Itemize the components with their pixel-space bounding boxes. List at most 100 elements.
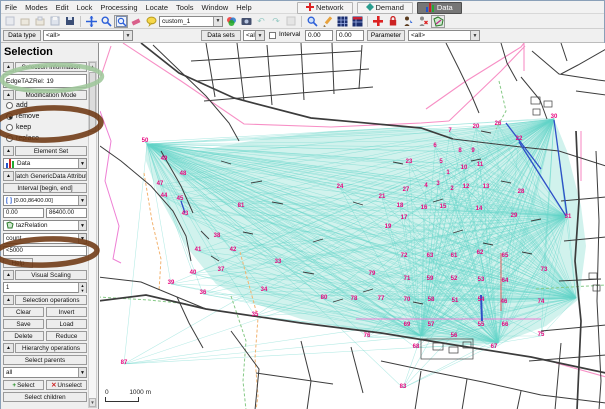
edit-icon[interactable] (320, 15, 334, 28)
attribute-combobox[interactable]: count ▼ (3, 233, 87, 244)
mode-person-arrow-icon[interactable] (401, 15, 415, 28)
interval-checkbox[interactable] (269, 32, 276, 39)
collapse-button[interactable]: ▲ (3, 90, 14, 100)
zoom-extent-icon[interactable] (114, 15, 128, 28)
panel-scrollbar[interactable]: ▲ ▼ (88, 61, 97, 408)
menu-modes[interactable]: Modes (21, 2, 52, 13)
redo-icon[interactable]: ↷ (269, 15, 283, 28)
end-field[interactable]: 86400.00 (46, 208, 87, 218)
chevron-down-icon[interactable]: ▼ (213, 17, 222, 26)
compute-button[interactable] (284, 15, 298, 28)
menu-file[interactable]: File (1, 2, 21, 13)
map-canvas[interactable]: 5049484744454381247202630226892351011134… (100, 43, 605, 409)
interval-begin-end-button[interactable]: Interval [begin, end] (3, 183, 87, 193)
collapse-button[interactable]: ▲ (3, 270, 14, 280)
radio-replace[interactable]: replace (3, 133, 87, 144)
scroll-up-icon[interactable]: ▲ (89, 62, 96, 71)
invert-button[interactable]: Invert (46, 307, 87, 317)
parameter-combobox[interactable]: <all>▼ (408, 30, 480, 41)
save-all-button[interactable] (63, 15, 77, 28)
chevron-down-icon[interactable]: ▼ (78, 234, 86, 243)
mode-lock-icon[interactable] (386, 15, 400, 28)
chevron-down-icon[interactable]: ▼ (78, 368, 86, 377)
radio-remove[interactable]: remove (3, 111, 87, 122)
save-network-button[interactable] (48, 15, 62, 28)
collapse-button[interactable]: ▲ (3, 146, 14, 156)
chevron-down-icon[interactable]: ▼ (123, 31, 132, 40)
menu-lock[interactable]: Lock (73, 2, 97, 13)
viewport-combobox[interactable]: custom_1 ▼ (159, 16, 223, 27)
radio-icon (6, 113, 13, 120)
eraser-icon[interactable] (129, 15, 143, 28)
menu-processing[interactable]: Processing (96, 2, 141, 13)
chevron-down-icon[interactable]: ▼ (255, 31, 264, 40)
mode-person-unselect-icon[interactable] (416, 15, 430, 28)
scrollbar-thumb[interactable] (89, 72, 96, 132)
visual-scaling-spinner[interactable]: 1 ▲▼ (3, 282, 87, 293)
new-network-button[interactable] (3, 15, 17, 28)
chevron-down-icon[interactable]: ▼ (78, 196, 86, 205)
zone-label: 73 (541, 267, 548, 273)
zone-label: 71 (404, 276, 411, 282)
select-children-button[interactable]: Select children (3, 392, 87, 402)
match-string-field[interactable]: <5000 (3, 246, 87, 256)
datasets-table-icon[interactable] (350, 15, 364, 28)
load-button[interactable]: Load (46, 319, 87, 329)
chevron-down-icon[interactable]: ▼ (78, 221, 86, 230)
edgedata-table-icon[interactable] (335, 15, 349, 28)
select-parents-button[interactable]: Select parents (3, 355, 87, 365)
spinner-arrows[interactable]: ▲▼ (78, 283, 86, 292)
clear-button[interactable]: Clear (3, 307, 44, 317)
data-filter-bar: Data type <all>▼ Data sets <all>▼ Interv… (1, 29, 604, 43)
locate-icon[interactable] (305, 15, 319, 28)
chevron-down-icon[interactable]: ▼ (470, 31, 479, 40)
open-additionals-button[interactable] (33, 15, 47, 28)
data-sets-combobox[interactable]: <all>▼ (243, 30, 265, 41)
mode-add-icon[interactable] (371, 15, 385, 28)
collapse-button[interactable]: ▲ (3, 62, 14, 72)
chevron-down-icon[interactable]: ▼ (78, 159, 86, 168)
comment-icon[interactable] (144, 15, 158, 28)
interval-begin-field[interactable]: 0.00 (305, 30, 333, 41)
menu-window[interactable]: Window (198, 2, 233, 13)
collapse-button[interactable]: ▲ (3, 171, 14, 181)
reduce-button[interactable]: Reduce (46, 331, 87, 341)
scroll-down-icon[interactable]: ▼ (89, 398, 96, 407)
zoom-icon[interactable] (99, 15, 113, 28)
open-network-button[interactable] (18, 15, 32, 28)
menu-help[interactable]: Help (232, 2, 255, 13)
radio-keep[interactable]: keep (3, 122, 87, 133)
supermode-network-button[interactable]: Network (297, 2, 353, 14)
element-set-combobox[interactable]: Data ▼ (3, 158, 87, 169)
parameter-button[interactable]: Parameter (367, 30, 405, 41)
collapse-button[interactable]: ▲ (3, 343, 14, 353)
hierarchy-operations-header: Hierarchy operations (15, 343, 87, 353)
collapse-button[interactable]: ▲ (3, 295, 14, 305)
zone-label: 13 (483, 184, 490, 190)
unselect-button[interactable]: ✕Unselect (46, 380, 87, 390)
data-type-button[interactable]: Data type (3, 30, 41, 41)
save-button[interactable]: Save (3, 319, 44, 329)
radio-add[interactable]: add (3, 100, 87, 111)
spin-down-icon[interactable]: ▼ (78, 288, 86, 293)
delete-button[interactable]: Delete (3, 331, 44, 341)
hierarchy-scope-combobox[interactable]: all ▼ (3, 367, 87, 378)
menu-locate[interactable]: Locate (142, 2, 173, 13)
undo-icon[interactable]: ↶ (254, 15, 268, 28)
supermode-demand-button[interactable]: Demand (357, 2, 413, 14)
colorwheel-icon[interactable] (224, 15, 238, 28)
supermode-data-button[interactable]: Data (417, 2, 462, 14)
menu-edit[interactable]: Edit (52, 2, 73, 13)
interval-end-field[interactable]: 0.00 (336, 30, 364, 41)
element-type-combobox[interactable]: tazRelation ▼ (3, 220, 87, 231)
move-view-icon[interactable] (84, 15, 98, 28)
mode-tazreldata-icon[interactable] (431, 15, 445, 28)
data-type-combobox[interactable]: <all>▼ (43, 30, 133, 41)
interval-combobox[interactable]: [ ] [0.00,86400.00] ▼ (3, 195, 87, 206)
menu-tools[interactable]: Tools (172, 2, 198, 13)
data-sets-button[interactable]: Data sets (201, 30, 241, 41)
select-button[interactable]: +Select (3, 380, 44, 390)
help-button[interactable]: Help (3, 258, 33, 268)
begin-field[interactable]: 0.00 (3, 208, 44, 218)
snapshot-icon[interactable] (239, 15, 253, 28)
